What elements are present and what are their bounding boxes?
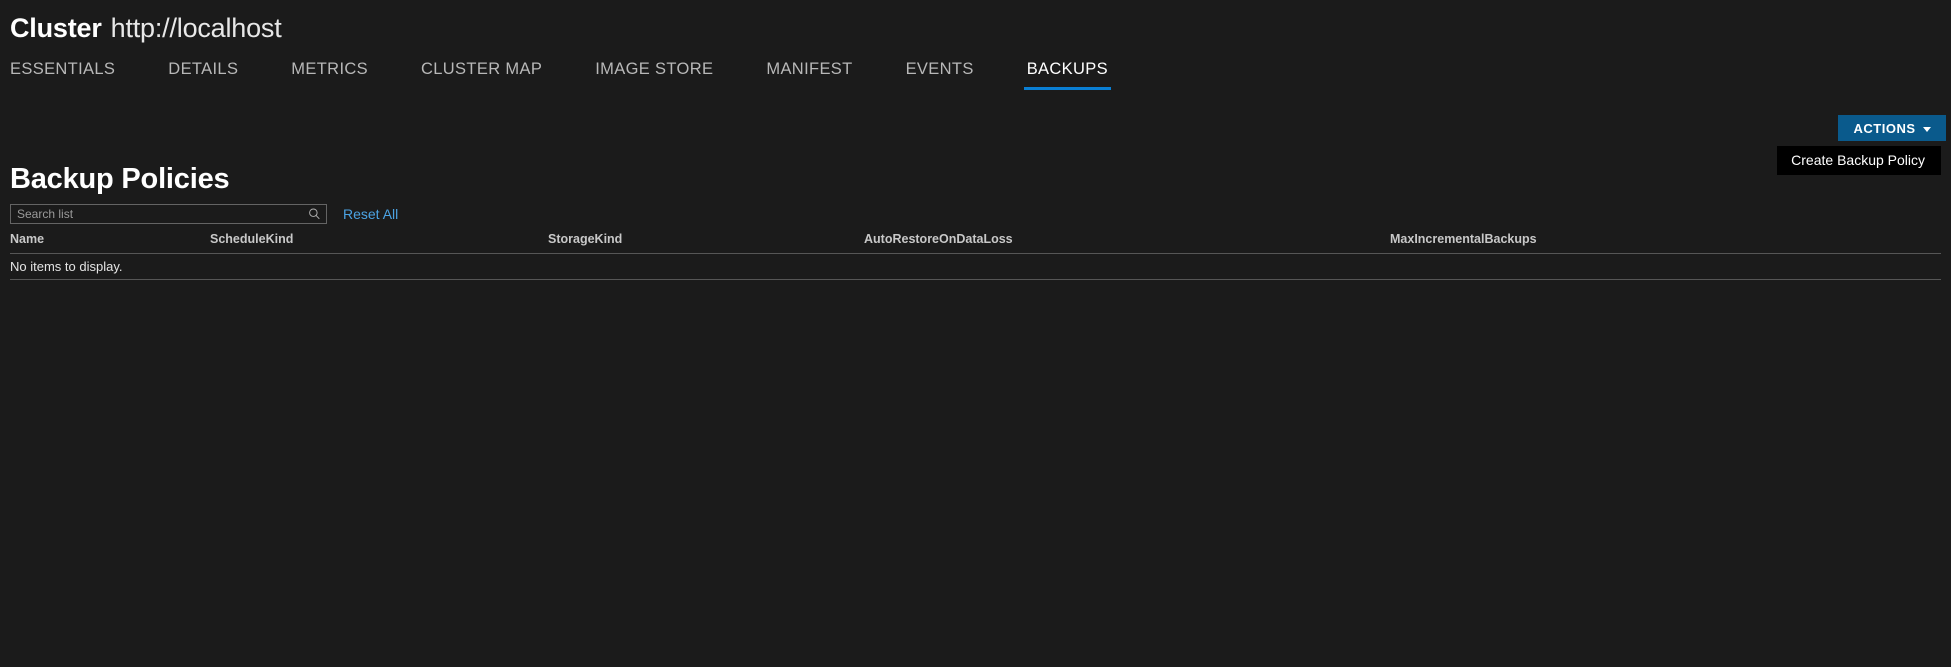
tab-label: METRICS <box>291 60 368 78</box>
column-header-storagekind[interactable]: StorageKind <box>548 232 622 246</box>
menu-item-create-backup-policy[interactable]: Create Backup Policy <box>1777 146 1941 175</box>
backup-policies-table: Name ScheduleKind StorageKind AutoRestor… <box>10 232 1941 280</box>
tab-metrics[interactable]: METRICS <box>291 60 368 90</box>
actions-button[interactable]: ACTIONS <box>1838 115 1946 141</box>
tab-image-store[interactable]: IMAGE STORE <box>595 60 713 90</box>
search-box[interactable] <box>10 204 327 224</box>
filter-row: Reset All <box>10 204 398 224</box>
empty-state-message: No items to display. <box>10 259 123 274</box>
header-entity-type: Cluster <box>10 13 102 43</box>
tab-label: IMAGE STORE <box>595 60 714 78</box>
tab-label: EVENTS <box>905 60 974 78</box>
search-icon <box>309 208 320 220</box>
tab-essentials[interactable]: ESSENTIALS <box>10 60 115 90</box>
search-input[interactable] <box>11 205 326 223</box>
actions-dropdown-menu: Create Backup Policy <box>1777 146 1941 175</box>
tab-events[interactable]: EVENTS <box>906 60 974 90</box>
tab-bar: ESSENTIALS DETAILS METRICS CLUSTER MAP I… <box>10 60 1112 94</box>
tab-label: BACKUPS <box>1026 60 1109 78</box>
chevron-down-icon <box>1922 126 1931 132</box>
tab-backups[interactable]: BACKUPS <box>1023 60 1112 90</box>
tab-cluster-map[interactable]: CLUSTER MAP <box>421 60 542 90</box>
page-header: Cluster http://localhost <box>10 13 282 44</box>
tab-details[interactable]: DETAILS <box>168 60 238 90</box>
reset-all-link[interactable]: Reset All <box>343 206 398 222</box>
actions-button-label: ACTIONS <box>1853 120 1916 136</box>
table-header-row: Name ScheduleKind StorageKind AutoRestor… <box>10 232 1941 254</box>
column-header-maxincrementalbackups[interactable]: MaxIncrementalBackups <box>1390 232 1537 246</box>
header-cluster-address: http://localhost <box>110 13 282 43</box>
column-header-schedulekind[interactable]: ScheduleKind <box>210 232 293 246</box>
tab-label: DETAILS <box>168 60 239 78</box>
tab-label: CLUSTER MAP <box>421 60 543 78</box>
tab-label: MANIFEST <box>766 60 853 78</box>
column-header-autorestoreondataloss[interactable]: AutoRestoreOnDataLoss <box>864 232 1013 246</box>
column-header-name[interactable]: Name <box>10 232 44 246</box>
page-title: Backup Policies <box>10 163 230 195</box>
backup-policies-page: Cluster http://localhost ESSENTIALS DETA… <box>0 0 1951 667</box>
menu-item-label: Create Backup Policy <box>1791 152 1925 168</box>
table-empty-row: No items to display. <box>10 254 1941 280</box>
tab-label: ESSENTIALS <box>10 60 116 78</box>
tab-manifest[interactable]: MANIFEST <box>766 60 852 90</box>
